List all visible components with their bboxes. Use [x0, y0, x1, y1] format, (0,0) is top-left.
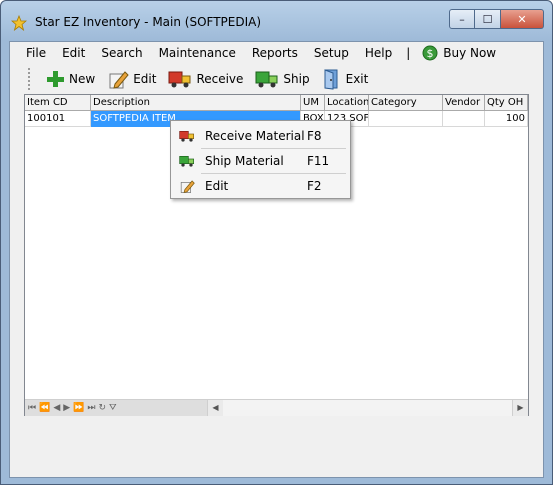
- column-header-location[interactable]: Location: [325, 95, 369, 111]
- menu-file[interactable]: File: [10, 42, 54, 64]
- edit-label: Edit: [205, 179, 229, 193]
- cell-item-cd[interactable]: 100101: [25, 111, 91, 127]
- star-app-icon: [11, 15, 27, 31]
- next-record-icon[interactable]: ▶: [63, 403, 70, 413]
- context-menu: Receive Material F8 Ship Material F11 Ed…: [170, 120, 351, 199]
- horizontal-scrollbar[interactable]: ⏮ ⏪ ◀ ▶ ⏩ ⏭ ↻ ⛛ ◀ ▶: [25, 399, 528, 416]
- context-menu-ship-material[interactable]: Ship Material F11: [173, 149, 349, 173]
- menu-edit[interactable]: Edit: [54, 42, 93, 64]
- grid-header: Item CD Description UM Location Category…: [25, 95, 528, 111]
- edit-icon: [180, 180, 195, 194]
- exit-button[interactable]: Exit: [316, 66, 375, 92]
- close-button[interactable]: ✕: [501, 9, 544, 29]
- edit-shortcut: F2: [307, 179, 322, 193]
- first-record-icon[interactable]: ⏮: [28, 403, 36, 413]
- window-title: Star EZ Inventory - Main (SOFTPEDIA): [35, 15, 262, 29]
- receive-button[interactable]: Receive: [162, 66, 249, 92]
- truck-receive-icon: [179, 131, 194, 142]
- cell-qty-oh[interactable]: 100: [485, 111, 528, 127]
- truck-ship-icon: [179, 156, 194, 167]
- menu-buy-now[interactable]: $ Buy Now: [416, 42, 504, 64]
- toolbar: New Edit Receive Ship Exit: [10, 64, 543, 94]
- record-navigator: ⏮ ⏪ ◀ ▶ ⏩ ⏭ ↻ ⛛: [25, 399, 207, 416]
- column-header-vendor[interactable]: Vendor (: [443, 95, 485, 111]
- ship-button[interactable]: Ship: [249, 66, 315, 92]
- cell-vendor[interactable]: [443, 111, 485, 127]
- new-label: New: [69, 72, 96, 86]
- menu-search[interactable]: Search: [93, 42, 150, 64]
- receive-material-shortcut: F8: [307, 129, 322, 143]
- ship-material-label: Ship Material: [205, 154, 284, 168]
- cell-category[interactable]: [369, 111, 443, 127]
- buy-now-label: Buy Now: [443, 46, 497, 60]
- scroll-track[interactable]: [223, 399, 512, 416]
- column-header-item-cd[interactable]: Item CD: [25, 95, 91, 111]
- menu-reports[interactable]: Reports: [244, 42, 306, 64]
- edit-label: Edit: [133, 72, 157, 86]
- dollar-icon: $: [422, 45, 438, 61]
- refresh-icon[interactable]: ↻: [99, 403, 107, 413]
- menu-maintenance[interactable]: Maintenance: [151, 42, 244, 64]
- minimize-button[interactable]: –: [449, 9, 475, 29]
- context-menu-edit[interactable]: Edit F2: [173, 174, 349, 198]
- truck-ship-icon: [255, 71, 278, 88]
- pencil-icon: [109, 71, 129, 89]
- prev-page-icon[interactable]: ⏪: [39, 403, 50, 413]
- column-header-qty-oh[interactable]: Qty OH: [485, 95, 528, 111]
- menu-setup[interactable]: Setup: [306, 42, 357, 64]
- scroll-left-arrow-icon[interactable]: ◀: [207, 399, 223, 416]
- filter-icon[interactable]: ⛛: [109, 403, 117, 413]
- menu-help[interactable]: Help: [357, 42, 400, 64]
- ship-label: Ship: [283, 72, 310, 86]
- new-button[interactable]: New: [39, 66, 101, 92]
- toolbar-grip[interactable]: [28, 68, 31, 90]
- client-area: File Edit Search Maintenance Reports Set…: [9, 41, 544, 478]
- maximize-button[interactable]: ☐: [475, 9, 501, 29]
- receive-material-label: Receive Material: [205, 129, 305, 143]
- last-record-icon[interactable]: ⏭: [87, 403, 95, 413]
- plus-icon: [47, 71, 64, 87]
- menu-bar: File Edit Search Maintenance Reports Set…: [10, 42, 543, 64]
- next-page-icon[interactable]: ⏩: [73, 403, 84, 413]
- prev-record-icon[interactable]: ◀: [53, 403, 60, 413]
- column-header-category[interactable]: Category: [369, 95, 443, 111]
- column-header-um[interactable]: UM: [301, 95, 325, 111]
- column-header-description[interactable]: Description: [91, 95, 301, 111]
- truck-receive-icon: [168, 71, 191, 88]
- exit-label: Exit: [345, 72, 369, 86]
- receive-label: Receive: [196, 72, 244, 86]
- door-exit-icon: [324, 69, 338, 90]
- context-menu-receive-material[interactable]: Receive Material F8: [173, 124, 349, 148]
- scroll-right-arrow-icon[interactable]: ▶: [512, 399, 528, 416]
- app-window: Star EZ Inventory - Main (SOFTPEDIA) – ☐…: [0, 0, 553, 485]
- svg-text:$: $: [427, 47, 434, 60]
- ship-material-shortcut: F11: [307, 154, 330, 168]
- edit-button[interactable]: Edit: [101, 66, 162, 92]
- menu-separator: |: [406, 46, 411, 60]
- title-bar[interactable]: Star EZ Inventory - Main (SOFTPEDIA) – ☐…: [1, 1, 552, 41]
